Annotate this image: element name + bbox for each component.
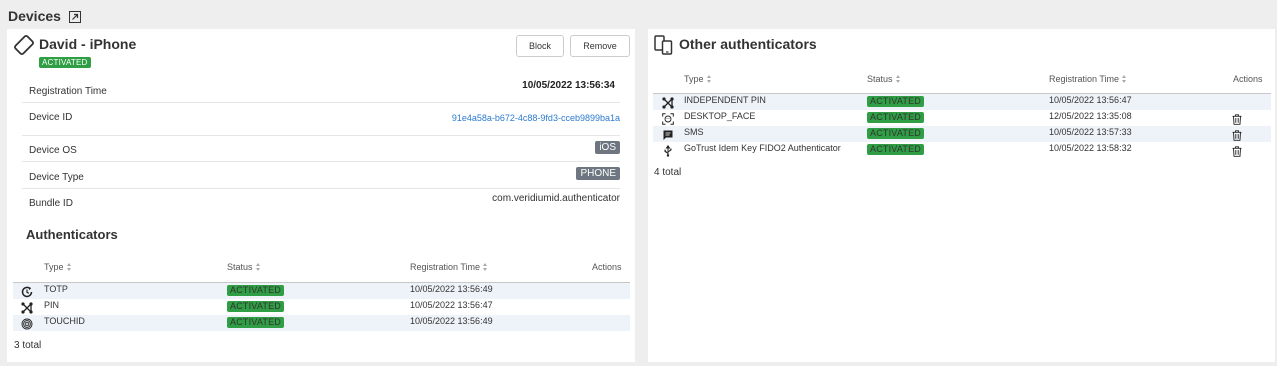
detail-row-device-os: Device OS iOS	[22, 136, 620, 162]
detail-row-device-id: Device ID 91e4a58a-b672-4c88-9fd3-cceb98…	[22, 103, 620, 136]
authenticators-title: Authenticators	[26, 227, 118, 242]
delete-icon[interactable]	[1232, 144, 1242, 157]
block-button[interactable]: Block	[516, 35, 564, 57]
detail-label: Bundle ID	[29, 198, 73, 209]
registration-time: 10/05/2022 13:56:47	[410, 300, 493, 310]
col-header-registration-time[interactable]: Registration Time	[1049, 74, 1127, 84]
status-badge: ACTIVATED	[227, 317, 284, 328]
device-rotate-icon	[14, 35, 34, 55]
table-row[interactable]: GoTrust Idem Key FIDO2 Authenticator ACT…	[653, 142, 1271, 158]
auth-type: INDEPENDENT PIN	[684, 95, 766, 105]
registration-time: 10/05/2022 13:56:49	[410, 284, 493, 294]
detail-label: Device OS	[29, 145, 77, 156]
auth-type: GoTrust Idem Key FIDO2 Authenticator	[684, 143, 841, 153]
registration-time: 10/05/2022 13:56:47	[1049, 95, 1132, 105]
pin-icon	[21, 301, 33, 314]
other-authenticators-title: Other authenticators	[679, 36, 817, 52]
detail-row-device-type: Device Type PHONE	[22, 162, 620, 189]
col-header-status[interactable]: Status	[227, 262, 261, 272]
registration-time: 10/05/2022 13:56:49	[410, 316, 493, 326]
device-os-pill: iOS	[595, 141, 620, 154]
face-scan-icon	[662, 112, 674, 125]
sms-icon	[662, 128, 674, 140]
auth-type: TOTP	[44, 284, 68, 294]
sort-icon	[255, 263, 261, 271]
auth-type: TOUCHID	[44, 316, 85, 326]
registration-time: 10/05/2022 13:58:32	[1049, 143, 1132, 153]
col-header-type[interactable]: Type	[44, 262, 72, 272]
page-title: Devices	[8, 8, 61, 24]
device-name: David - iPhone	[39, 36, 137, 52]
auth-type: DESKTOP_FACE	[684, 111, 756, 121]
devices-icon	[654, 35, 674, 55]
sort-icon	[895, 75, 901, 83]
status-badge: ACTIVATED	[867, 128, 924, 139]
remove-button[interactable]: Remove	[570, 35, 630, 57]
col-header-registration-time[interactable]: Registration Time	[410, 262, 488, 272]
other-authenticators-total: 4 total	[654, 167, 682, 178]
pin-icon	[662, 96, 674, 109]
registration-time: 10/05/2022 13:57:33	[1049, 127, 1132, 137]
status-badge: ACTIVATED	[227, 301, 284, 312]
page-header: Devices	[8, 6, 81, 26]
status-badge: ACTIVATED	[227, 285, 284, 296]
status-badge: ACTIVATED	[867, 96, 924, 107]
detail-row-registration-time: Registration Time	[22, 78, 620, 103]
device-panel: David - iPhone ACTIVATED Block Remove 10…	[7, 29, 635, 362]
table-row[interactable]: TOTP ACTIVATED 10/05/2022 13:56:49	[13, 283, 630, 299]
device-id-link[interactable]: 91e4a58a-b672-4c88-9fd3-cceb9899ba1a	[452, 113, 620, 123]
detail-label: Device Type	[29, 172, 84, 183]
table-row[interactable]: TOUCHID ACTIVATED 10/05/2022 13:56:49	[13, 315, 630, 331]
registration-time: 12/05/2022 13:35:08	[1049, 111, 1132, 121]
status-badge: ACTIVATED	[867, 144, 924, 155]
sort-icon	[483, 263, 488, 271]
delete-icon[interactable]	[1232, 112, 1242, 125]
table-row[interactable]: INDEPENDENT PIN ACTIVATED 10/05/2022 13:…	[653, 94, 1271, 110]
sort-icon	[706, 75, 712, 83]
other-authenticators-panel: Other authenticators Type Status Registr…	[648, 29, 1275, 362]
device-status-badge: ACTIVATED	[39, 57, 91, 68]
delete-icon[interactable]	[1232, 128, 1242, 141]
detail-row-bundle-id: Bundle ID com.veridiumid.authenticator	[22, 189, 620, 215]
detail-label: Registration Time	[29, 86, 107, 97]
detail-label: Device ID	[29, 112, 73, 123]
sort-icon	[66, 263, 72, 271]
table-row[interactable]: DESKTOP_FACE ACTIVATED 12/05/2022 13:35:…	[653, 110, 1271, 126]
auth-type: PIN	[44, 300, 60, 310]
totp-icon	[21, 285, 33, 298]
col-header-actions: Actions	[592, 262, 622, 272]
open-external-icon[interactable]	[68, 10, 81, 23]
table-row[interactable]: SMS ACTIVATED 10/05/2022 13:57:33	[653, 126, 1271, 142]
auth-type: SMS	[684, 127, 704, 137]
status-badge: ACTIVATED	[867, 112, 924, 123]
table-row[interactable]: PIN ACTIVATED 10/05/2022 13:56:47	[13, 299, 630, 315]
device-type-pill: PHONE	[576, 167, 620, 180]
sort-icon	[1122, 75, 1127, 83]
col-header-type[interactable]: Type	[684, 74, 712, 84]
usb-icon	[662, 144, 674, 157]
fingerprint-icon	[21, 317, 33, 330]
col-header-actions: Actions	[1233, 74, 1263, 84]
bundle-id-value: com.veridiumid.authenticator	[492, 193, 620, 204]
col-header-status[interactable]: Status	[867, 74, 901, 84]
authenticators-total: 3 total	[14, 340, 42, 351]
